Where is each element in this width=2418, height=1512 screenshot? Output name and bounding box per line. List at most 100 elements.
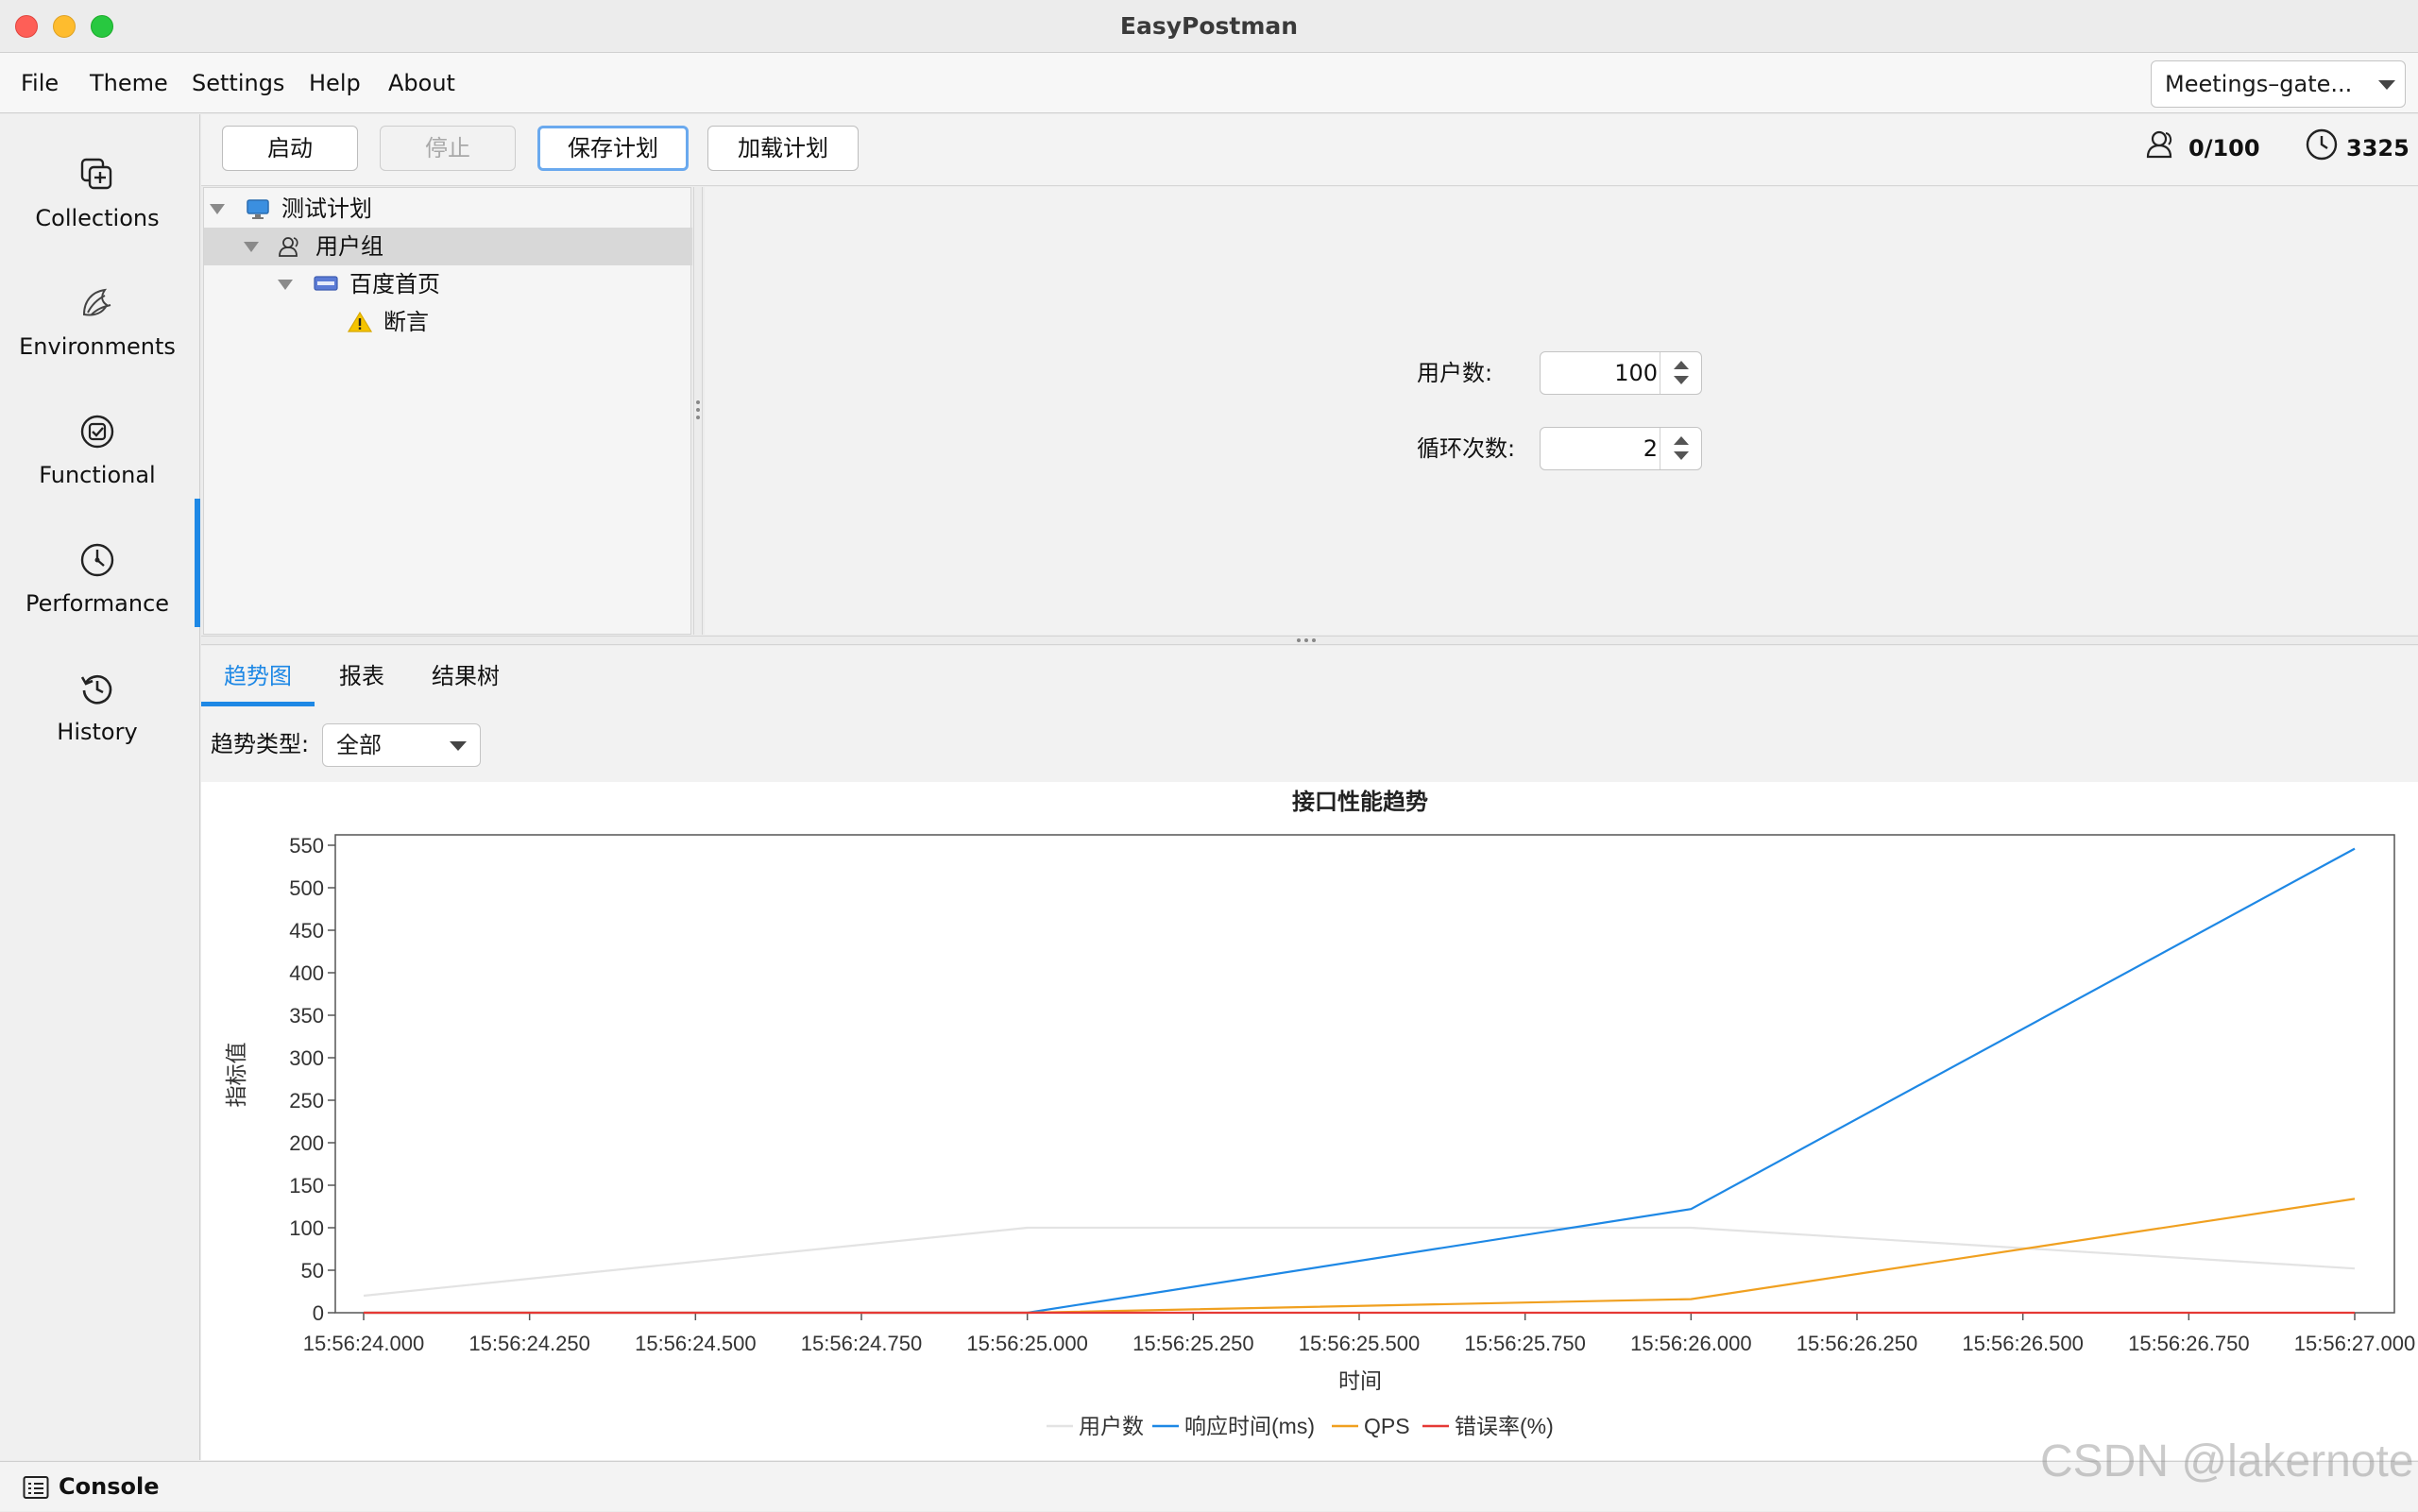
chart-title: 接口性能趋势 [1292, 789, 1428, 815]
expand-arrow-icon[interactable] [244, 242, 259, 252]
tree-node-label: 用户组 [315, 233, 383, 260]
vertical-splitter[interactable] [693, 187, 703, 635]
y-tick-label: 350 [289, 1004, 324, 1028]
tree-node-assertion[interactable]: 断言 [204, 303, 692, 341]
users-stepper[interactable] [1660, 352, 1701, 394]
y-tick-label: 200 [289, 1131, 324, 1155]
legend-label: QPS [1364, 1414, 1410, 1438]
tree-node-label: 断言 [383, 309, 429, 335]
decrement-icon[interactable] [1674, 451, 1689, 460]
x-tick-label: 15:56:26.250 [1796, 1332, 1917, 1355]
users-spinner[interactable]: 100 [1540, 351, 1702, 395]
y-tick-label: 550 [289, 834, 324, 858]
environment-select[interactable]: Meetings–gate... [2151, 60, 2406, 108]
sidebar-item-label: Performance [25, 590, 170, 617]
sidebar-item-functional[interactable]: Functional [0, 386, 195, 515]
trend-type-value: 全部 [336, 732, 382, 758]
expand-arrow-icon[interactable] [210, 204, 225, 214]
x-tick-label: 15:56:24.250 [468, 1332, 589, 1355]
chevron-down-icon [450, 741, 467, 751]
splitter-grip-icon [1304, 638, 1308, 642]
tab-report[interactable]: 报表 [315, 646, 409, 706]
sidebar-item-performance[interactable]: Performance [0, 515, 195, 643]
sidebar-item-label: History [57, 719, 138, 745]
x-tick-label: 15:56:25.000 [966, 1332, 1087, 1355]
load-plan-button[interactable]: 加载计划 [707, 126, 859, 171]
history-icon [80, 674, 112, 705]
tab-result-tree[interactable]: 结果树 [409, 646, 522, 706]
loops-spinner[interactable]: 2 [1540, 427, 1702, 470]
trend-type-label: 趋势类型: [211, 731, 310, 757]
users-icon [2146, 130, 2172, 159]
loops-value[interactable]: 2 [1541, 428, 1658, 469]
save-plan-button[interactable]: 保存计划 [537, 126, 689, 171]
result-tabs: 趋势图 报表 结果树 [201, 646, 2418, 706]
active-users-count: 0/100 [2188, 135, 2260, 161]
performance-icon [80, 543, 114, 577]
x-tick-label: 15:56:26.500 [1962, 1332, 2083, 1355]
tree-node-test-plan[interactable]: 测试计划 [204, 190, 692, 228]
start-button[interactable]: 启动 [222, 126, 358, 171]
x-tick-label: 15:56:24.000 [303, 1332, 424, 1355]
sidebar-item-environments[interactable]: Environments [0, 258, 195, 386]
y-tick-label: 50 [301, 1259, 324, 1283]
loops-stepper[interactable] [1660, 428, 1701, 469]
functional-icon [80, 415, 114, 449]
x-tick-label: 15:56:26.750 [2128, 1332, 2249, 1355]
menu-bar: File Theme Settings Help About Meetings–… [0, 53, 2418, 113]
y-tick-label: 300 [289, 1046, 324, 1070]
plot-frame [334, 834, 2395, 1314]
increment-icon[interactable] [1674, 436, 1689, 445]
expand-arrow-icon[interactable] [278, 280, 293, 290]
trend-type-select[interactable]: 全部 [322, 723, 481, 767]
splitter-grip-icon [696, 400, 700, 404]
y-tick-label: 400 [289, 961, 324, 985]
x-tick-label: 15:56:25.750 [1464, 1332, 1585, 1355]
menu-settings[interactable]: Settings [192, 53, 284, 113]
sidebar: Collections Environments Functional Perf… [0, 114, 200, 1460]
splitter-grip-icon [696, 416, 700, 419]
x-axis-label: 时间 [1338, 1368, 1382, 1393]
users-label: 用户数: [1417, 360, 1493, 386]
performance-trend-chart: 接口性能趋势 0 50 100 150 200 250 300 350 400 450 500 550 1… [201, 782, 2418, 1460]
x-tick-label: 15:56:26.000 [1630, 1332, 1751, 1355]
tab-trend-chart[interactable]: 趋势图 [201, 646, 315, 706]
sidebar-item-label: Collections [35, 205, 160, 231]
menu-file[interactable]: File [21, 53, 59, 113]
performance-toolbar: 启动 停止 保存计划 加载计划 0/100 3325 ms [201, 114, 2418, 207]
menu-about[interactable]: About [388, 53, 455, 113]
environment-select-value: Meetings–gate... [2165, 71, 2353, 97]
x-tick-label: 15:56:27.000 [2294, 1332, 2415, 1355]
http-icon [314, 276, 338, 291]
y-tick-label: 250 [289, 1089, 324, 1113]
increment-icon[interactable] [1674, 361, 1689, 369]
watermark: CSDN @lakernote [2040, 1436, 2414, 1487]
decrement-icon[interactable] [1674, 376, 1689, 384]
trend-type-row: 趋势类型: 全部 [201, 706, 2418, 782]
x-tick-label: 15:56:25.250 [1132, 1332, 1253, 1355]
legend-label: 错误率(%) [1455, 1414, 1554, 1438]
menu-help[interactable]: Help [309, 53, 361, 113]
menu-theme[interactable]: Theme [90, 53, 168, 113]
console-toggle[interactable]: Console [59, 1462, 159, 1512]
stop-button[interactable]: 停止 [380, 126, 516, 171]
title-bar: EasyPostman [0, 0, 2418, 53]
user-group-icon [279, 237, 298, 257]
sidebar-item-history[interactable]: History [0, 643, 195, 772]
thread-group-settings: 用户数: 100 循环次数: 2 [705, 187, 2418, 635]
tree-node-user-group[interactable]: 用户组 [204, 228, 692, 265]
chart-svg: 接口性能趋势 0 50 100 150 200 250 300 350 400 450 500 550 1… [224, 789, 2415, 1438]
active-nav-indicator [195, 499, 200, 627]
clock-icon [2306, 128, 2338, 161]
chevron-down-icon [2378, 80, 2395, 90]
horizontal-splitter[interactable] [201, 636, 2418, 645]
sidebar-item-label: Environments [19, 333, 176, 360]
collections-icon [80, 158, 112, 190]
tree-node-baidu-home[interactable]: 百度首页 [204, 265, 692, 303]
sidebar-item-collections[interactable]: Collections [0, 129, 195, 258]
y-tick-label: 500 [289, 876, 324, 900]
warning-icon [348, 311, 372, 332]
console-icon[interactable] [23, 1475, 49, 1500]
y-axis-label: 指标值 [224, 1043, 248, 1108]
users-value[interactable]: 100 [1541, 352, 1658, 394]
